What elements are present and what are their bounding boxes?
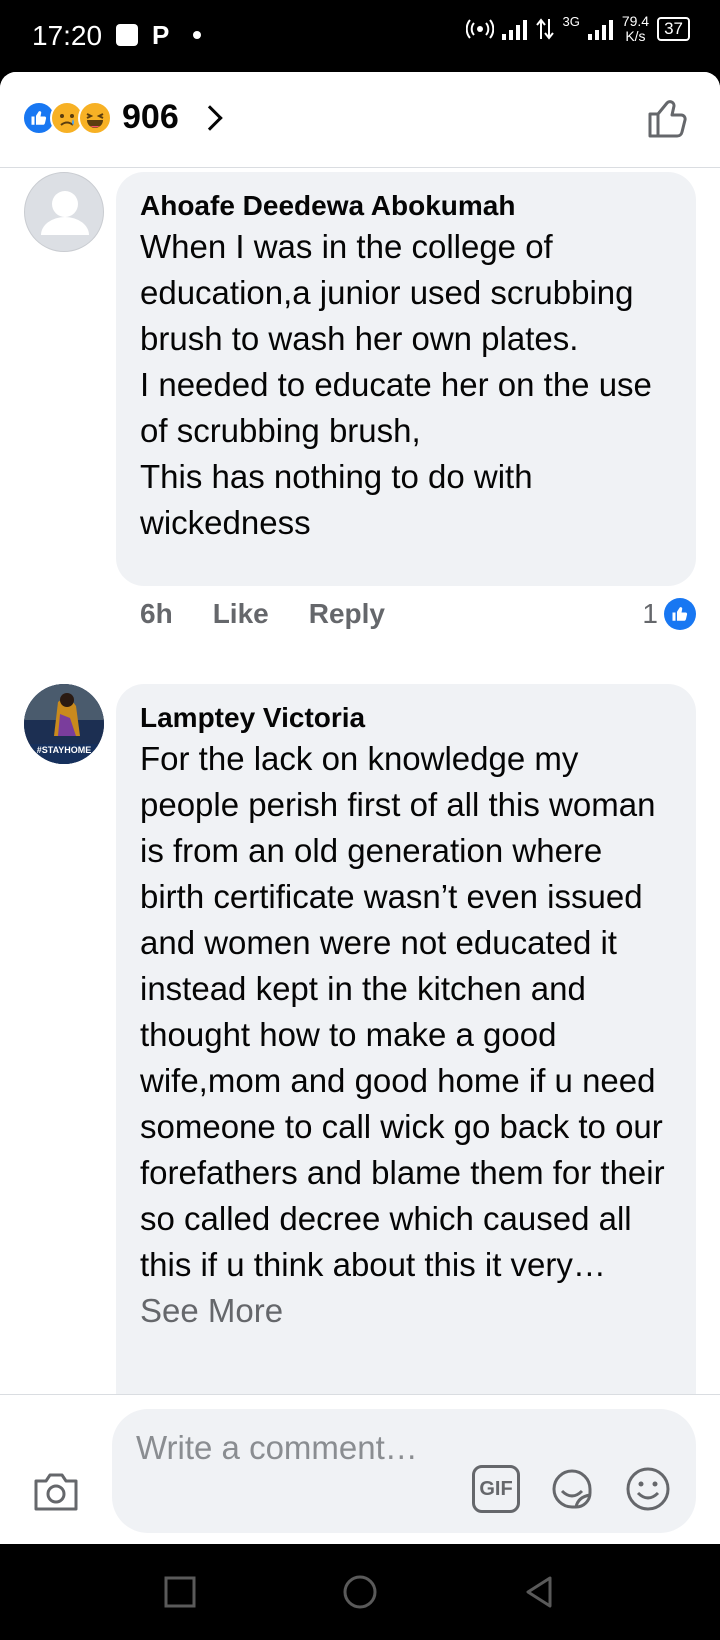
home-icon[interactable]	[340, 1572, 380, 1612]
avatar[interactable]: #STAYHOME	[24, 684, 104, 764]
system-icons: 3G 79.4 K/s 37	[466, 14, 690, 44]
reply-button[interactable]: Reply	[309, 598, 385, 630]
signal-icon	[502, 20, 528, 40]
comment-like-count[interactable]: 1	[642, 598, 696, 630]
like-icon	[664, 598, 696, 630]
comment-input[interactable]: Write a comment… GIF	[112, 1409, 696, 1533]
comment-time[interactable]: 6h	[140, 598, 173, 630]
comment-bubble[interactable]: Ahoafe Deedewa Abokumah When I was in th…	[116, 172, 696, 586]
comments-sheet: 906 Ahoafe Deedewa Abokumah When I was i…	[0, 72, 720, 1544]
comment-text: For the lack on knowledge my people peri…	[140, 740, 665, 1329]
signal-icon-2	[587, 20, 613, 40]
comment-bubble[interactable]: Lamptey Victoria For the lack on knowled…	[116, 684, 696, 1394]
hotspot-icon	[466, 19, 495, 39]
like-post-icon[interactable]	[646, 96, 690, 140]
battery-icon: 37	[657, 17, 690, 41]
more-notifications-dot-icon	[193, 31, 202, 39]
comment-placeholder: Write a comment…	[136, 1429, 418, 1466]
back-icon[interactable]	[520, 1572, 560, 1612]
camera-icon[interactable]	[32, 1471, 80, 1511]
clock: 17:20	[32, 20, 103, 51]
sticker-icon[interactable]	[548, 1465, 596, 1513]
network-type: 3G	[562, 14, 580, 29]
comment-actions: 6h Like Reply	[140, 598, 385, 630]
comment-list: Ahoafe Deedewa Abokumah When I was in th…	[0, 168, 720, 1394]
comment-text: When I was in the college of education,a…	[140, 228, 652, 541]
data-transfer-icon	[536, 18, 555, 40]
comment-composer: Write a comment… GIF	[0, 1394, 720, 1544]
avatar-badge-text: #STAYHOME	[37, 745, 92, 755]
reactions-summary[interactable]: 906	[22, 98, 223, 137]
emoji-icon[interactable]	[624, 1465, 672, 1513]
haha-icon	[78, 100, 112, 135]
reaction-count: 906	[122, 98, 179, 136]
network-speed: 79.4 K/s	[621, 13, 650, 44]
p-notification-icon: P	[152, 20, 170, 50]
chevron-right-icon	[197, 104, 223, 131]
comment-author[interactable]: Lamptey Victoria	[140, 700, 672, 736]
status-bar: 17:20 P 3G 79.4 K/s 37	[0, 0, 720, 72]
app-notification-icon	[116, 24, 138, 46]
avatar[interactable]	[24, 172, 104, 252]
reactions-header: 906	[0, 72, 720, 168]
notification-icons: P	[116, 20, 202, 50]
like-comment-button[interactable]: Like	[213, 598, 269, 630]
see-more-link[interactable]: See More	[140, 1292, 283, 1329]
recent-apps-icon[interactable]	[160, 1572, 200, 1612]
system-navigation-bar	[0, 1544, 720, 1640]
comment-author[interactable]: Ahoafe Deedewa Abokumah	[140, 188, 672, 224]
gif-button[interactable]: GIF	[472, 1465, 520, 1513]
